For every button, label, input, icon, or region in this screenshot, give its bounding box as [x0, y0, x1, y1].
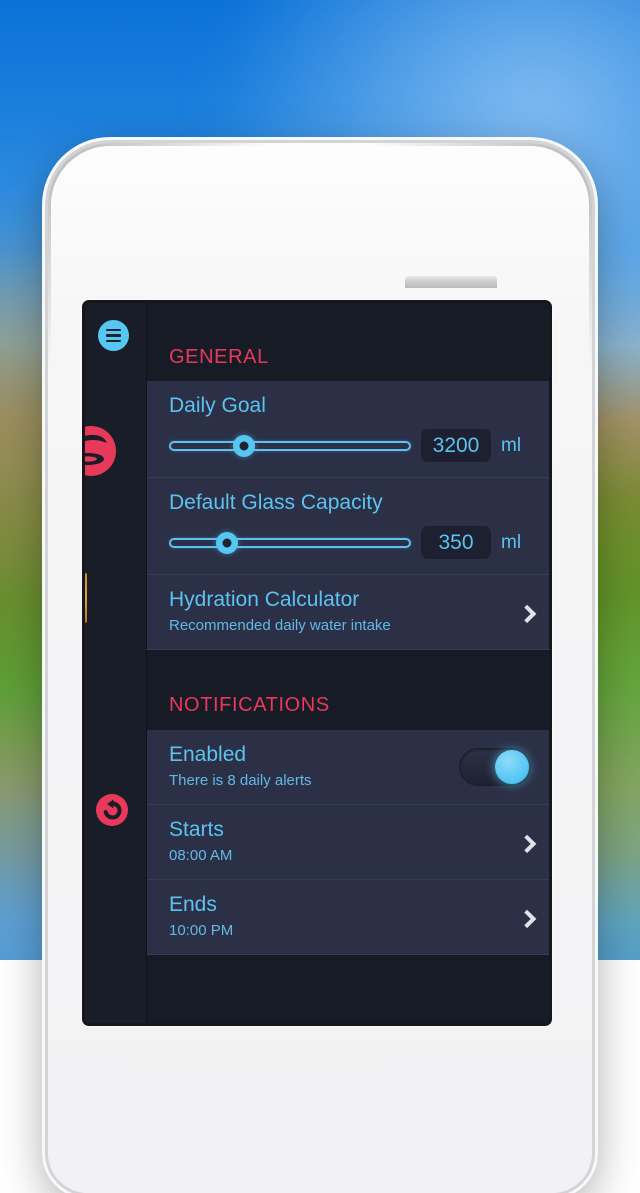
row-subtitle: 08:00 AM — [169, 845, 527, 867]
glass-capacity-unit: ml — [501, 532, 527, 554]
row-title: Ends — [169, 891, 527, 919]
row-default-glass-capacity[interactable]: Default Glass Capacity 350 ml — [147, 478, 549, 575]
row-hydration-calculator[interactable]: Hydration Calculator Recommended daily w… — [147, 575, 549, 650]
list-bottom-gap — [147, 955, 549, 957]
row-subtitle: 10:00 PM — [169, 920, 527, 942]
slider-track — [169, 441, 411, 451]
row-title: Hydration Calculator — [169, 586, 527, 614]
hamburger-menu-icon[interactable] — [98, 320, 129, 351]
water-glass-icon[interactable] — [85, 425, 117, 477]
orange-accent-sliver — [85, 573, 87, 623]
row-ends[interactable]: Ends 10:00 PM — [147, 880, 549, 955]
row-title: Starts — [169, 816, 527, 844]
daily-goal-value[interactable]: 3200 — [421, 429, 491, 462]
row-daily-goal[interactable]: Daily Goal 3200 ml — [147, 381, 549, 478]
daily-goal-unit: ml — [501, 435, 527, 457]
section-header-general: GENERAL — [147, 303, 549, 381]
settings-list: GENERAL Daily Goal 3200 ml Default Glass… — [147, 303, 549, 1023]
glass-capacity-slider[interactable] — [169, 532, 411, 554]
sleep-wake-button[interactable] — [405, 276, 497, 289]
slider-thumb[interactable] — [233, 435, 255, 457]
row-title: Daily Goal — [169, 392, 527, 420]
row-starts[interactable]: Starts 08:00 AM — [147, 805, 549, 880]
daily-goal-slider[interactable] — [169, 435, 411, 457]
row-subtitle: Recommended daily water intake — [169, 615, 527, 637]
notifications-toggle[interactable] — [459, 748, 531, 786]
row-title: Default Glass Capacity — [169, 489, 527, 517]
slider-track — [169, 538, 411, 548]
phone-screen: GENERAL Daily Goal 3200 ml Default Glass… — [85, 303, 549, 1023]
toggle-knob — [495, 750, 529, 784]
slider-thumb[interactable] — [216, 532, 238, 554]
side-rail — [85, 303, 147, 1023]
section-header-notifications: NOTIFICATIONS — [147, 650, 549, 730]
undo-reset-icon[interactable] — [95, 793, 129, 827]
glass-capacity-value[interactable]: 350 — [421, 526, 491, 559]
row-notifications-enabled[interactable]: Enabled There is 8 daily alerts — [147, 730, 549, 805]
